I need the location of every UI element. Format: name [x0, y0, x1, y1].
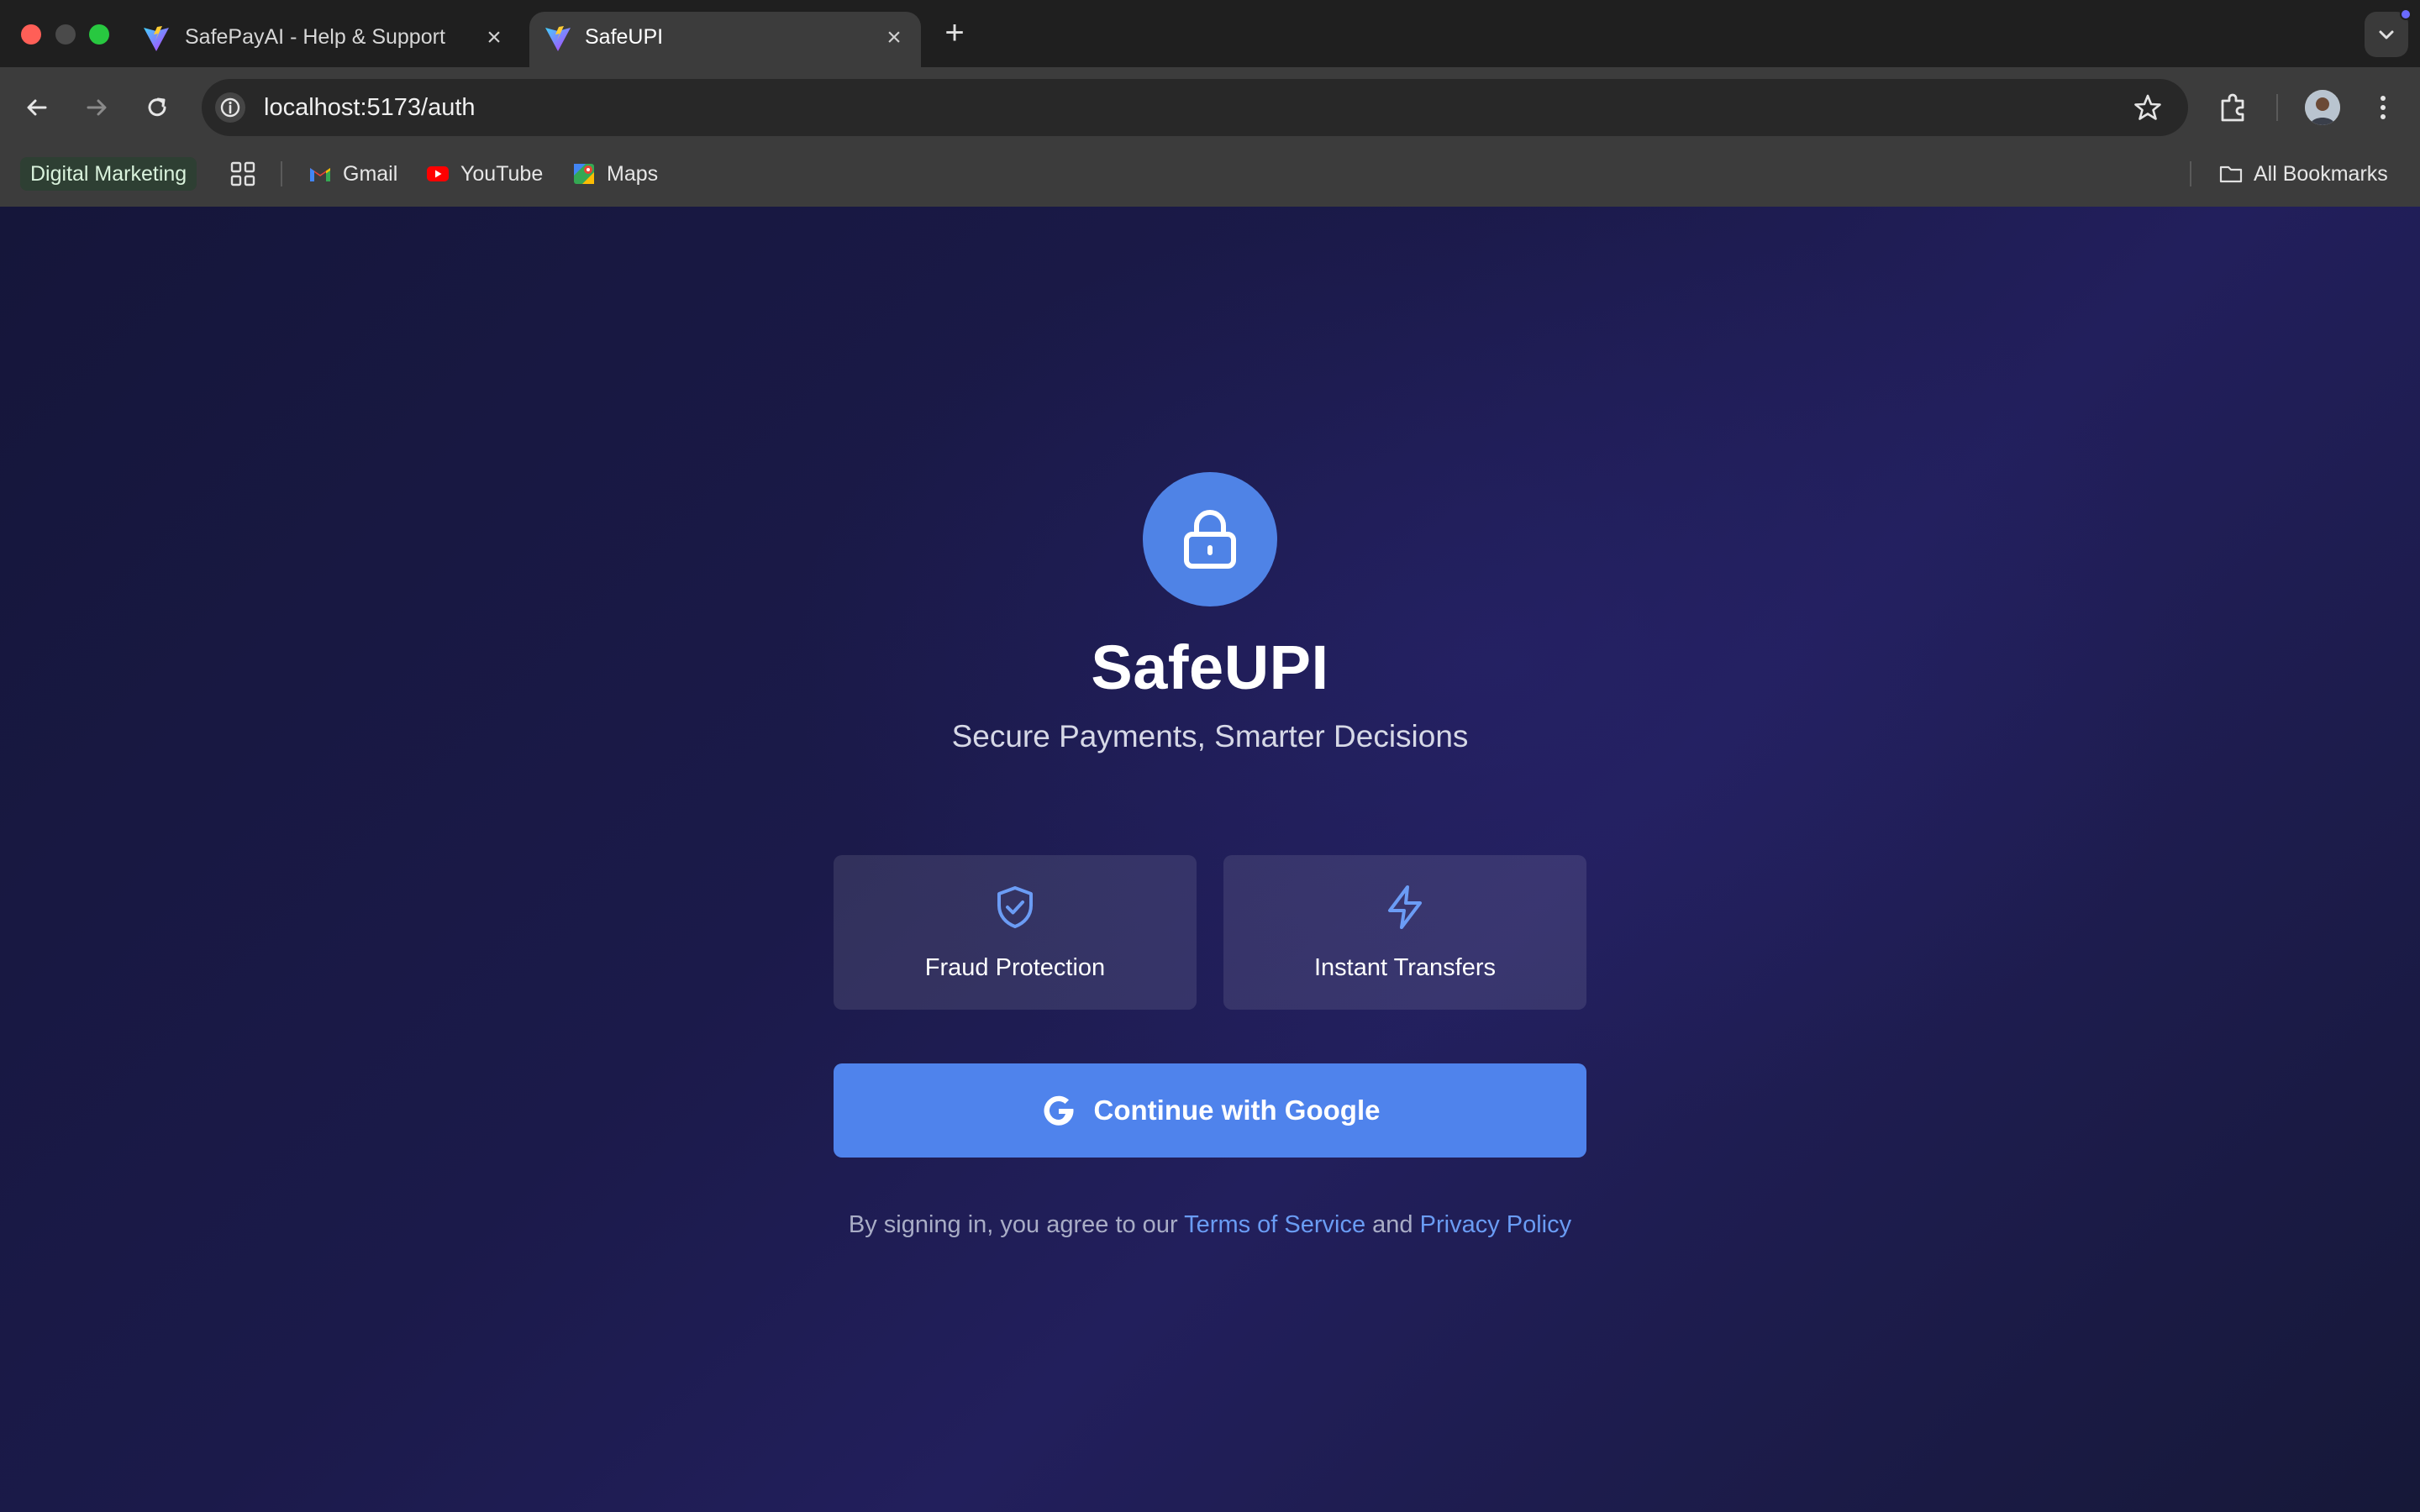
all-bookmarks-button[interactable]: All Bookmarks [2218, 156, 2388, 192]
tab-safepayai-help[interactable]: SafePayAI - Help & Support × [133, 12, 519, 67]
tab-search-button[interactable] [2365, 8, 2412, 57]
arrow-left-icon [27, 99, 47, 116]
new-tab-button[interactable]: + [939, 16, 970, 50]
button-label: Continue with Google [1093, 1095, 1381, 1126]
arrow-right-icon [87, 99, 107, 116]
tagline: Secure Payments, Smarter Decisions [951, 719, 1469, 753]
notification-dot [2400, 8, 2412, 20]
feature-card-instant-transfers: Instant Transfers [1223, 855, 1586, 1010]
lock-icon [1184, 510, 1236, 569]
terms-of-service-link[interactable]: Terms of Service [1184, 1211, 1365, 1238]
tab-safeupi[interactable]: SafeUPI × [529, 12, 921, 67]
url-text: localhost:5173/auth [264, 94, 476, 121]
bookmark-label: Digital Marketing [30, 161, 187, 186]
tab-title: SafeUPI [585, 25, 664, 49]
gmail-icon [310, 168, 330, 181]
tab-strip: SafePayAI - Help & Support × SafeUPI × + [0, 0, 2420, 67]
more-vertical-icon[interactable] [2365, 89, 2402, 126]
maps-icon [574, 164, 594, 184]
forward-button[interactable] [78, 89, 115, 126]
continue-with-google-button[interactable]: Continue with Google [834, 1063, 1586, 1158]
bookmark-gmail[interactable]: Gmail [308, 156, 397, 192]
vite-favicon-icon [144, 26, 169, 51]
bookmarks-divider [2190, 161, 2191, 186]
logo-badge [1143, 472, 1277, 606]
star-icon[interactable] [2133, 92, 2163, 123]
shield-check-icon [997, 886, 1033, 928]
bookmark-label: YouTube [460, 161, 544, 186]
apps-button[interactable] [229, 156, 259, 192]
folder-icon [2219, 165, 2243, 183]
legal-notice: By signing in, you agree to our Terms of… [0, 1211, 2420, 1239]
bookmarks-divider [281, 161, 282, 186]
site-info-icon[interactable] [215, 92, 245, 123]
google-icon [1044, 1095, 1074, 1126]
window-close-button[interactable] [21, 24, 41, 45]
bookmark-label: All Bookmarks [2254, 161, 2388, 186]
profile-avatar[interactable] [2305, 90, 2340, 125]
reload-button[interactable] [139, 89, 176, 126]
window-minimize-button[interactable] [55, 24, 76, 45]
feature-label: Fraud Protection [924, 954, 1106, 981]
feature-card-fraud-protection: Fraud Protection [834, 855, 1197, 1010]
bookmark-label: Maps [607, 161, 659, 186]
legal-conjunction: and [1372, 1211, 1413, 1238]
address-bar[interactable]: localhost:5173/auth [202, 79, 2188, 136]
tab-close-icon[interactable]: × [481, 24, 508, 51]
legal-prefix: By signing in, you agree to our [848, 1211, 1178, 1238]
toolbar-divider [2276, 94, 2278, 121]
feature-label: Instant Transfers [1314, 954, 1496, 981]
apps-grid-icon [230, 161, 255, 186]
brand-title: SafeUPI [1091, 633, 1329, 702]
bookmark-youtube[interactable]: YouTube [425, 156, 543, 192]
reload-icon [148, 97, 166, 117]
youtube-icon [427, 166, 449, 181]
extensions-puzzle-icon[interactable] [2215, 89, 2252, 126]
vite-favicon-icon [545, 26, 571, 51]
lightning-icon [1388, 885, 1422, 929]
auth-page: SafeUPI Secure Payments, Smarter Decisio… [0, 207, 2420, 1512]
tab-title: SafePayAI - Help & Support [185, 25, 445, 49]
bookmark-label: Gmail [343, 161, 398, 186]
bookmark-maps[interactable]: Maps [571, 156, 658, 192]
bookmark-folder-digital-marketing[interactable]: Digital Marketing [20, 157, 197, 191]
back-button[interactable] [18, 89, 55, 126]
privacy-policy-link[interactable]: Privacy Policy [1420, 1211, 1572, 1238]
window-maximize-button[interactable] [89, 24, 109, 45]
tab-close-icon[interactable]: × [881, 24, 908, 51]
